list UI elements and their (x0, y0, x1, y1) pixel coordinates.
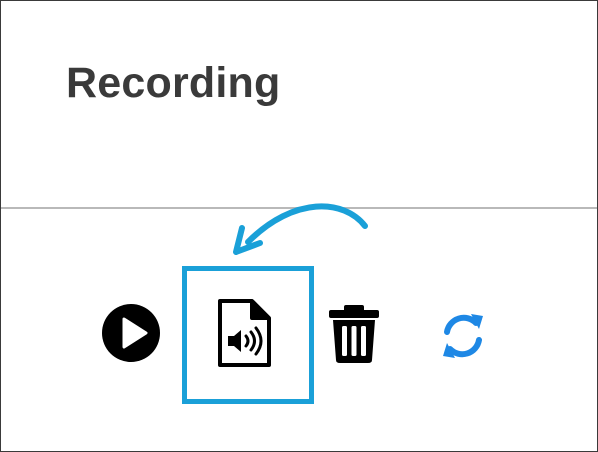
play-button[interactable] (102, 304, 160, 362)
refresh-icon (443, 314, 483, 358)
delete-button[interactable] (327, 303, 381, 363)
audio-file-button[interactable] (215, 298, 273, 368)
play-icon (102, 304, 160, 362)
trash-icon (329, 305, 379, 363)
curved-arrow-icon (233, 203, 368, 255)
audio-file-icon (218, 299, 271, 367)
page-title: Recording (66, 59, 281, 107)
refresh-button[interactable] (437, 310, 489, 362)
recording-panel: Recording (0, 0, 598, 452)
